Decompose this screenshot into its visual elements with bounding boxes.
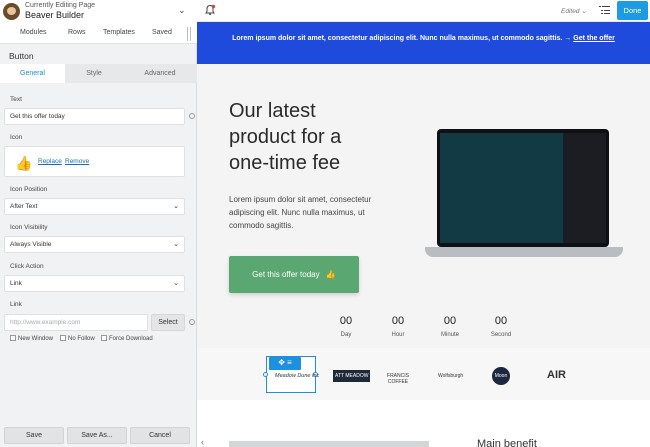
click-action-value: Link <box>10 280 22 287</box>
force-download-checkbox[interactable]: Force Download <box>101 335 153 342</box>
cta-button[interactable]: Get this offer today 👍 <box>229 256 359 293</box>
nav-modules[interactable]: Modules <box>20 29 46 36</box>
text-input[interactable]: Get this offer today <box>4 108 185 125</box>
menu-icon[interactable]: ≡ <box>287 358 292 367</box>
click-action-select[interactable]: Link ⌄ <box>4 275 185 292</box>
section-image[interactable] <box>229 441 429 447</box>
chevron-down-icon: ⌄ <box>173 203 179 210</box>
move-icon[interactable]: ✥ <box>278 358 285 367</box>
countdown-minute-value: 00 <box>443 315 457 327</box>
settings-panel: Currently Editing Page Beaver Builder ⌄ … <box>0 0 197 447</box>
editing-label: Currently Editing Page <box>25 2 96 9</box>
beaver-logo-icon <box>3 3 20 20</box>
icon-label: Icon <box>10 134 23 141</box>
done-button[interactable]: Done <box>617 1 648 20</box>
countdown-day-label: Day <box>340 332 352 338</box>
link-input[interactable]: http://www.example.com <box>4 314 148 331</box>
link-label: Link <box>10 301 22 308</box>
panel-header[interactable]: Currently Editing Page Beaver Builder ⌄ <box>0 0 197 23</box>
page-canvas: Lorem ipsum dolor sit amet, consectetur … <box>197 22 650 447</box>
top-bar: Edited ⌄ Done <box>197 0 650 22</box>
chevron-down-icon: ⌄ <box>173 241 179 248</box>
cancel-button[interactable]: Cancel <box>130 427 190 444</box>
settings-tabs: General Style Advanced <box>0 64 197 83</box>
tab-general[interactable]: General <box>0 64 65 83</box>
edited-status[interactable]: Edited ⌄ <box>561 7 587 15</box>
next-section <box>197 400 650 447</box>
chevron-left-icon[interactable]: ‹ <box>201 437 204 447</box>
nav-saved[interactable]: Saved <box>152 29 172 36</box>
gear-icon[interactable] <box>189 113 195 119</box>
module-title: Button <box>9 51 34 61</box>
cta-label: Get this offer today <box>252 270 320 279</box>
checkbox-icon <box>101 335 107 341</box>
hero-text[interactable]: Lorem ipsum dolor sit amet, consectetur … <box>229 193 394 232</box>
no-follow-checkbox[interactable]: No Follow <box>60 335 95 342</box>
select-button[interactable]: Select <box>151 314 185 331</box>
laptop-base <box>425 247 623 257</box>
chevron-down-icon[interactable]: ⌄ <box>178 5 186 16</box>
icon-position-label: Icon Position <box>10 186 48 193</box>
force-download-label: Force Download <box>109 336 153 342</box>
remove-link[interactable]: Remove <box>65 158 89 165</box>
chevron-down-icon: ⌄ <box>581 8 587 15</box>
icon-visibility-value: Always Visible <box>10 241 52 248</box>
icon-position-value: After Text <box>10 203 38 210</box>
icon-visibility-label: Icon Visibility <box>10 224 48 231</box>
edited-label: Edited <box>561 8 580 15</box>
countdown-second-value: 00 <box>494 315 508 327</box>
save-button[interactable]: Save <box>4 427 64 444</box>
logo-meadow-dune[interactable]: Meadow Dune Inc <box>275 373 319 379</box>
chevron-down-icon: ⌄ <box>173 280 179 287</box>
nav-rows[interactable]: Rows <box>68 29 86 36</box>
save-as-button[interactable]: Save As... <box>67 427 127 444</box>
countdown-hour-label: Hour <box>391 332 405 338</box>
logo-francis-coffee[interactable]: FRANCIS COFFEE <box>386 373 410 385</box>
banner-link[interactable]: Get the offer <box>573 35 615 42</box>
click-action-label: Click Action <box>10 263 44 270</box>
promo-banner: Lorem ipsum dolor sit amet, consectetur … <box>197 22 650 64</box>
checkbox-icon <box>10 335 16 341</box>
replace-link[interactable]: Replace <box>38 158 62 165</box>
no-follow-label: No Follow <box>68 336 95 342</box>
logo-wolfsburgh[interactable]: Wolfsburgh <box>438 373 463 379</box>
text-label: Text <box>10 96 22 103</box>
countdown-hour-value: 00 <box>391 315 405 327</box>
icon-position-select[interactable]: After Text ⌄ <box>4 198 185 215</box>
new-window-checkbox[interactable]: New Window <box>10 335 53 342</box>
logo-att-meadow[interactable]: ATT MEADOW <box>333 370 371 382</box>
gear-icon[interactable] <box>189 319 195 325</box>
logo-air[interactable]: AIR <box>547 369 566 381</box>
logo-moon[interactable]: Moon <box>492 367 510 385</box>
nav-templates[interactable]: Templates <box>103 29 135 36</box>
laptop-sidebar-panel <box>563 133 606 243</box>
app-name: Beaver Builder <box>25 10 85 20</box>
icon-visibility-select[interactable]: Always Visible ⌄ <box>4 236 185 253</box>
thumbs-up-icon: 👍 <box>15 155 33 171</box>
icon-picker: 👍 Replace Remove <box>4 146 185 177</box>
thumbs-up-icon: 👍 <box>325 270 336 279</box>
drag-handle-icon[interactable] <box>187 27 191 41</box>
resize-handle-left[interactable] <box>263 372 268 377</box>
section-heading[interactable]: Main benefit <box>477 438 537 447</box>
panel-nav: Modules Rows Templates Saved <box>0 23 197 44</box>
hero-title[interactable]: Our latest product for a one-time fee <box>229 98 379 176</box>
notification-bell-icon[interactable] <box>204 4 216 16</box>
new-window-label: New Window <box>18 336 54 342</box>
tab-advanced[interactable]: Advanced <box>123 64 197 83</box>
module-toolbar[interactable]: ✥ ≡ <box>269 357 301 370</box>
countdown-day-value: 00 <box>339 315 353 327</box>
countdown-second-label: Second <box>490 332 512 338</box>
countdown-minute-label: Minute <box>440 332 459 338</box>
tab-style[interactable]: Style <box>65 64 123 83</box>
banner-text: Lorem ipsum dolor sit amet, consectetur … <box>232 35 572 42</box>
checkbox-icon <box>60 335 66 341</box>
outline-panel-icon[interactable] <box>599 5 610 15</box>
